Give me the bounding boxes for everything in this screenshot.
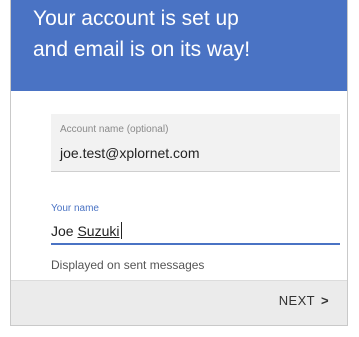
header-title-line1: Your account is set up	[33, 7, 239, 30]
header-banner: Your account is set up and email is on i…	[11, 0, 347, 91]
helper-text: Displayed on sent messages	[51, 258, 205, 272]
account-name-value[interactable]: joe.test@xplornet.com	[60, 145, 200, 161]
your-name-field[interactable]: Your name Joe Suzuki	[51, 196, 340, 245]
next-button[interactable]: NEXT >	[279, 293, 329, 308]
footer-bar: NEXT >	[11, 280, 347, 325]
text-cursor	[120, 222, 122, 239]
your-name-input[interactable]: Joe Suzuki	[51, 222, 122, 239]
your-name-label: Your name	[51, 203, 99, 214]
account-name-label: Account name (optional)	[60, 124, 169, 135]
your-name-last: Suzuki	[77, 223, 120, 239]
next-label: NEXT	[278, 293, 315, 308]
account-name-field[interactable]: Account name (optional) joe.test@xplorne…	[51, 114, 340, 172]
header-title: Your account is set up and email is on i…	[33, 3, 333, 65]
header-title-line2: and email is on its way!	[33, 38, 251, 61]
setup-card: Your account is set up and email is on i…	[10, 0, 348, 326]
your-name-first: Joe	[51, 223, 78, 239]
chevron-right-icon: >	[321, 293, 329, 308]
